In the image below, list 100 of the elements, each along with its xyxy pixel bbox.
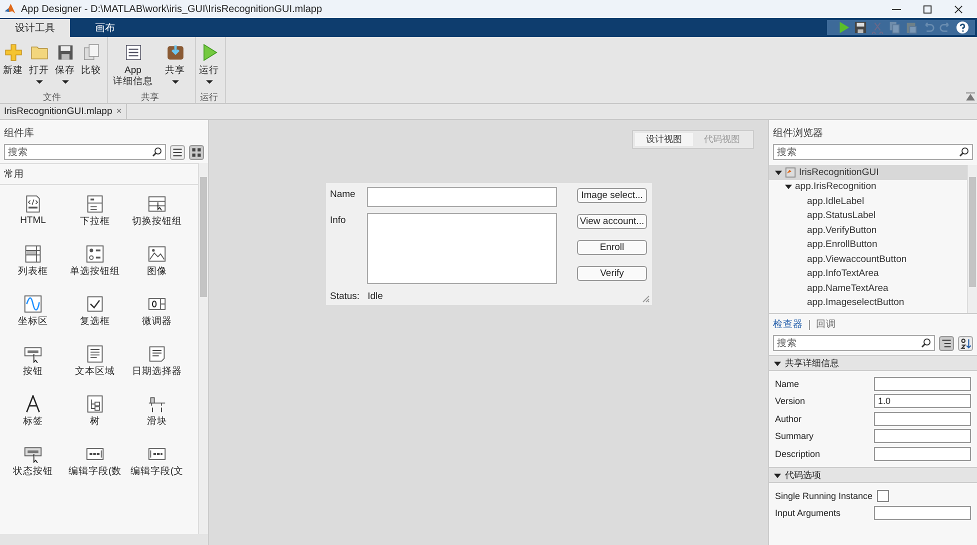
component-item[interactable]: 单选按钮组 — [64, 245, 126, 278]
tree-item[interactable]: app.StatusLabel — [769, 208, 967, 223]
close-icon[interactable] — [954, 4, 963, 14]
inspector-tab[interactable]: 检查器 — [773, 318, 803, 331]
group-view-icon[interactable] — [939, 336, 954, 350]
app-file-icon — [785, 166, 796, 178]
save-icon[interactable] — [854, 21, 867, 34]
component-item[interactable]: 切换按钮组 — [126, 195, 188, 228]
component-item[interactable]: 坐标区 — [2, 295, 64, 328]
ribbon-tab[interactable]: 设计工具 — [0, 19, 70, 37]
component-item[interactable]: 下拉框 — [64, 195, 126, 228]
scrollbar[interactable] — [967, 165, 977, 313]
component-item[interactable]: 树 — [64, 395, 126, 428]
help-icon[interactable] — [956, 21, 969, 34]
search-field[interactable]: 搜索 — [773, 335, 935, 351]
toolstrip-button[interactable]: 运行 — [196, 39, 222, 91]
group-title: 共享 — [140, 91, 160, 103]
component-item[interactable]: 日期选择器 — [126, 345, 188, 378]
maximize-icon[interactable] — [923, 4, 932, 14]
component-item[interactable]: 滑块 — [126, 395, 188, 428]
matlab-logo-icon — [4, 3, 16, 15]
tree-item[interactable]: IrisRecognitionGUI — [769, 165, 967, 180]
field-label: Name — [330, 188, 356, 202]
radio-group-icon — [86, 245, 104, 263]
property-field[interactable] — [874, 412, 971, 426]
scrollbar[interactable] — [198, 163, 208, 534]
document-tab[interactable]: IrisRecognitionGUI.mlapp × — [0, 104, 127, 119]
category-header: 常用 — [0, 163, 198, 185]
documents-icon — [82, 43, 100, 62]
push-button[interactable]: View account... — [577, 214, 647, 229]
property-field[interactable] — [874, 376, 971, 390]
tree-item[interactable]: app.InfoTextArea — [769, 266, 967, 281]
property-field[interactable] — [874, 429, 971, 443]
panel-title: 组件库 — [3, 126, 35, 141]
component-item[interactable]: 编辑字段(数 — [64, 445, 126, 478]
component-item[interactable]: 状态按钮 — [2, 445, 64, 478]
tree-item[interactable]: app.ViewaccountButton — [769, 252, 967, 266]
component-item[interactable]: 按钮 — [2, 345, 64, 378]
resize-grip-icon[interactable] — [642, 295, 650, 303]
tree-item[interactable]: app.IrisRecognition — [769, 180, 967, 194]
property-field[interactable] — [874, 446, 971, 460]
component-item[interactable]: 图像 — [126, 245, 188, 278]
tree-item[interactable]: app.EnrollButton — [769, 238, 967, 252]
toolstrip-button[interactable]: App 详细信息 — [108, 39, 158, 91]
push-button[interactable]: Enroll — [577, 240, 647, 255]
expand-arrow-icon[interactable] — [775, 168, 782, 176]
window-title: App Designer - D:\MATLAB\work\iris_GUI\IrisRecognitionGUI.mlapp — [21, 4, 322, 14]
component-item[interactable]: 列表框 — [2, 245, 64, 278]
tree-item[interactable]: app.NameTextArea — [769, 281, 967, 296]
push-button[interactable]: Verify — [577, 266, 647, 281]
expand-arrow-icon[interactable] — [785, 183, 792, 190]
label-icon — [24, 395, 42, 413]
close-tab-button[interactable]: × — [116, 106, 122, 117]
name-input-field[interactable] — [367, 187, 557, 207]
checkbox[interactable] — [876, 490, 889, 502]
document-tab-label: IrisRecognitionGUI.mlapp — [4, 106, 112, 117]
property-label: Version — [775, 396, 806, 406]
expand-arrow-icon[interactable] — [774, 472, 781, 478]
component-item[interactable]: 文本区域 — [64, 345, 126, 378]
push-button[interactable]: Image select... — [577, 188, 647, 203]
component-item[interactable]: 标签 — [2, 395, 64, 428]
ribbon-tab[interactable]: 画布 — [70, 19, 140, 37]
tree-item[interactable]: app.IdleLabel — [769, 194, 967, 208]
tree-item[interactable]: app.VerifyButton — [769, 223, 967, 238]
grid-view-icon[interactable] — [189, 144, 204, 160]
sort-alphabetical-icon[interactable] — [958, 336, 973, 350]
toolstrip-button[interactable]: 新建 — [0, 39, 26, 91]
search-field[interactable]: 搜索 — [4, 144, 166, 160]
toolstrip-button[interactable]: 保存 — [52, 39, 78, 91]
component-item[interactable]: 复选框 — [64, 295, 126, 328]
section-header[interactable]: 共享详细信息 — [769, 355, 977, 371]
toolstrip-button[interactable]: 打开 — [26, 39, 52, 91]
image-icon — [148, 245, 166, 263]
button-icon — [24, 345, 42, 363]
axes-icon — [24, 295, 42, 313]
search-field[interactable]: 搜索 — [773, 144, 973, 160]
toggle-group-icon — [148, 195, 166, 213]
textarea-icon — [86, 345, 104, 363]
toolstrip-button[interactable]: 共享 — [158, 39, 192, 91]
list-view-icon[interactable] — [170, 144, 185, 160]
search-icon — [959, 147, 969, 157]
section-header[interactable]: 代码选项 — [769, 467, 977, 483]
info-text-area[interactable] — [367, 213, 557, 284]
property-field[interactable]: 1.0 — [874, 394, 971, 408]
toolstrip-button[interactable]: 比较 — [78, 39, 104, 91]
collapse-icon[interactable] — [966, 92, 975, 101]
expand-arrow-icon[interactable] — [774, 360, 781, 366]
view-tab[interactable]: 设计视图 — [635, 133, 693, 146]
property-field[interactable] — [874, 506, 971, 520]
datepicker-icon — [148, 345, 166, 363]
search-icon — [152, 147, 162, 157]
component-item[interactable]: 编辑字段(文 — [126, 445, 188, 478]
panel-title: 组件浏览器 — [772, 126, 824, 141]
component-item[interactable]: HTML — [2, 195, 64, 228]
run-icon[interactable] — [837, 21, 850, 34]
component-item[interactable]: 微调器 — [126, 295, 188, 328]
inspector-tab[interactable]: 回调 — [816, 318, 836, 331]
field-label: Info — [330, 214, 347, 228]
horizontal-scrollbar[interactable] — [0, 534, 208, 545]
tree-item[interactable]: app.ImageselectButton — [769, 296, 967, 310]
